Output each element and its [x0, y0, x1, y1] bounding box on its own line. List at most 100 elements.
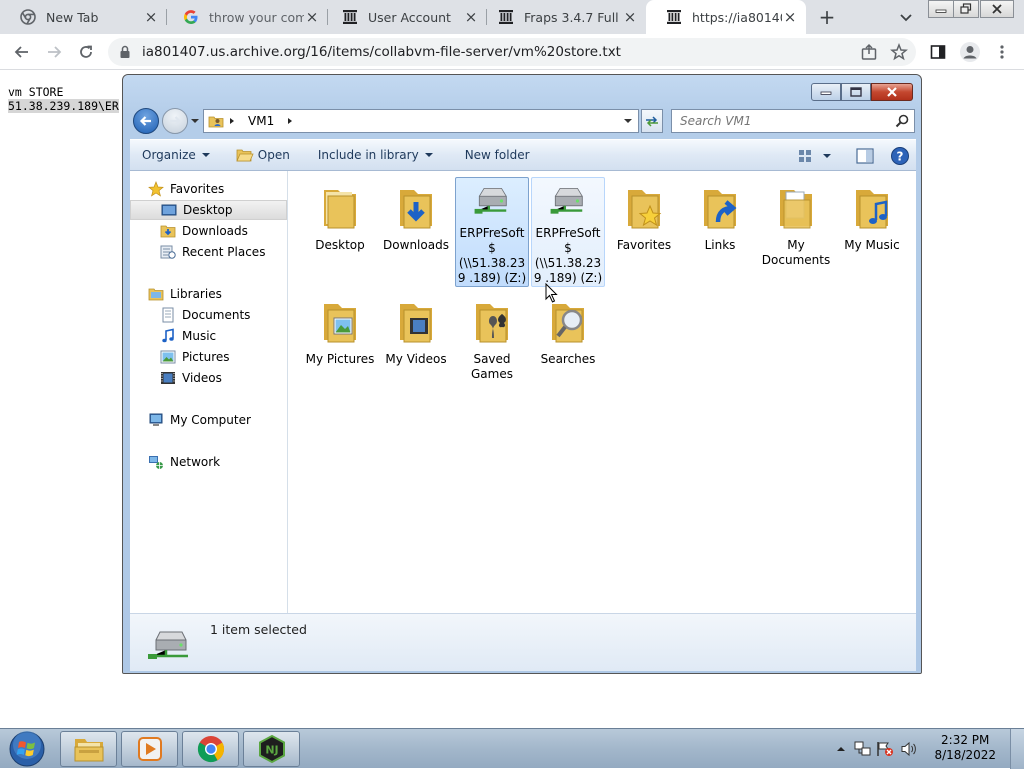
folder-my-documents[interactable]: My Documents — [759, 179, 833, 289]
tab-archive-active[interactable]: https://ia801407. × — [646, 0, 806, 34]
new-folder-button[interactable]: New folder — [457, 143, 538, 167]
nav-desktop[interactable]: Desktop — [130, 200, 287, 220]
nav-documents[interactable]: Documents — [130, 305, 287, 325]
chrome-icon — [197, 736, 224, 763]
close-tab-icon[interactable]: × — [143, 9, 159, 25]
clock[interactable]: 2:32 PM 8/18/2022 — [934, 733, 996, 763]
nav-music[interactable]: Music — [130, 326, 287, 346]
tab-google-search[interactable]: throw your comp × — [163, 0, 328, 34]
view-icon — [799, 150, 811, 162]
nav-my-computer[interactable]: My Computer — [130, 410, 287, 430]
documents-folder-icon — [780, 190, 812, 229]
start-button[interactable] — [6, 730, 48, 768]
close-tab-icon[interactable]: × — [463, 9, 479, 25]
explorer-back-button[interactable] — [133, 108, 159, 134]
help-button[interactable]: ? — [890, 144, 910, 168]
more-views-chevron-icon[interactable] — [822, 144, 832, 168]
explorer-search-box[interactable] — [671, 109, 915, 133]
close-tab-icon[interactable]: × — [304, 9, 320, 25]
minimize-button[interactable] — [811, 83, 841, 101]
open-button[interactable]: Open — [228, 143, 298, 167]
folder-links[interactable]: Links — [683, 179, 757, 289]
new-tab-button[interactable]: + — [816, 6, 838, 28]
network-icon — [149, 456, 163, 469]
volume-icon[interactable] — [900, 741, 918, 760]
clock-date: 8/18/2022 — [934, 748, 996, 762]
lock-icon[interactable] — [118, 45, 132, 59]
preview-pane-icon — [856, 148, 874, 164]
change-view-button[interactable] — [798, 144, 814, 168]
archive-icon — [498, 9, 514, 25]
folder-my-music[interactable]: My Music — [835, 179, 909, 289]
close-browser-button[interactable] — [980, 0, 1014, 18]
close-tab-icon[interactable]: × — [782, 9, 798, 25]
search-icon[interactable] — [895, 114, 909, 128]
nav-pictures[interactable]: Pictures — [130, 347, 287, 367]
tab-fraps[interactable]: Fraps 3.4.7 Full Re × — [478, 0, 646, 34]
refresh-button[interactable] — [641, 109, 663, 133]
search-input[interactable] — [680, 114, 880, 128]
url-text: ia801407.us.archive.org/16/items/collabv… — [142, 44, 621, 60]
explorer-address-bar[interactable]: VM1 — [203, 109, 639, 133]
close-tab-icon[interactable]: × — [622, 9, 638, 25]
star-icon — [148, 181, 164, 197]
organize-button[interactable]: Organize — [134, 143, 218, 167]
links-folder-icon — [704, 190, 737, 229]
network-tray-icon[interactable] — [854, 741, 872, 760]
show-hidden-icons-chevron-icon[interactable] — [836, 743, 846, 757]
tab-search-chevron-icon[interactable] — [897, 8, 915, 26]
maximize-button[interactable] — [841, 83, 871, 101]
folder-desktop[interactable]: Desktop — [303, 179, 377, 289]
explorer-forward-button[interactable] — [162, 108, 188, 134]
network-drive-erpfresoft-2[interactable]: ERPFreSoft $ (\\51.38.239 .189) (Z:) — [531, 177, 605, 287]
address-bar[interactable]: ia801407.us.archive.org/16/items/collabv… — [108, 38, 916, 66]
details-pane: 1 item selected — [130, 613, 916, 671]
folder-my-pictures[interactable]: My Pictures — [303, 293, 377, 403]
breadcrumb-vm1[interactable]: VM1 — [248, 114, 274, 128]
archive-icon — [342, 9, 358, 25]
breadcrumb-chevron-icon[interactable] — [228, 114, 236, 128]
folder-favorites[interactable]: Favorites — [607, 179, 681, 289]
bookmark-star-icon[interactable] — [890, 42, 908, 64]
back-button[interactable] — [10, 40, 34, 64]
side-panel-icon[interactable] — [926, 40, 950, 64]
action-center-flag-icon[interactable] — [876, 741, 894, 760]
chevron-down-icon — [424, 153, 433, 157]
taskbar-chrome[interactable] — [182, 731, 239, 767]
preview-pane-button[interactable] — [856, 144, 874, 168]
folder-searches[interactable]: Searches — [531, 293, 605, 403]
tab-title: User Account — [368, 9, 451, 25]
profile-avatar-icon[interactable] — [958, 40, 982, 64]
breadcrumb-chevron-icon[interactable] — [286, 114, 294, 128]
tab-user-account[interactable]: User Account × — [322, 0, 487, 34]
taskbar-nodejs[interactable]: NJ — [243, 731, 300, 767]
folder-my-videos[interactable]: My Videos — [379, 293, 453, 403]
forward-button[interactable] — [42, 40, 66, 64]
folder-downloads[interactable]: Downloads — [379, 179, 453, 289]
help-icon: ? — [891, 147, 909, 165]
share-icon[interactable] — [860, 43, 878, 64]
tab-title: New Tab — [46, 9, 99, 25]
nav-recent-places[interactable]: Recent Places — [130, 242, 287, 262]
chrome-menu-icon[interactable] — [990, 40, 1014, 64]
nav-favorites[interactable]: Favorites — [130, 179, 287, 199]
show-desktop-button[interactable] — [1010, 729, 1024, 769]
restore-browser-button[interactable] — [953, 0, 979, 18]
minimize-browser-button[interactable] — [928, 0, 954, 18]
nav-downloads[interactable]: Downloads — [130, 221, 287, 241]
reload-button[interactable] — [74, 40, 98, 64]
taskbar-explorer[interactable] — [60, 731, 117, 767]
nav-network[interactable]: Network — [130, 452, 287, 472]
folder-saved-games[interactable]: Saved Games — [455, 293, 529, 403]
address-dropdown-icon[interactable] — [620, 113, 636, 129]
recent-pages-chevron-icon[interactable] — [190, 115, 200, 125]
tab-new-tab[interactable]: New Tab × — [0, 0, 167, 34]
network-drive-erpfresoft-1[interactable]: ERPFreSoft $ (\\51.38.239 .189) (Z:) — [455, 177, 529, 287]
nav-videos[interactable]: Videos — [130, 368, 287, 388]
window-caption-buttons — [811, 83, 913, 101]
close-window-button[interactable] — [871, 83, 913, 101]
taskbar-media-player[interactable] — [121, 731, 178, 767]
nav-libraries[interactable]: Libraries — [130, 284, 287, 304]
page-line-selected[interactable]: 51.38.239.189\ER — [8, 99, 119, 113]
include-in-library-button[interactable]: Include in library — [310, 143, 441, 167]
